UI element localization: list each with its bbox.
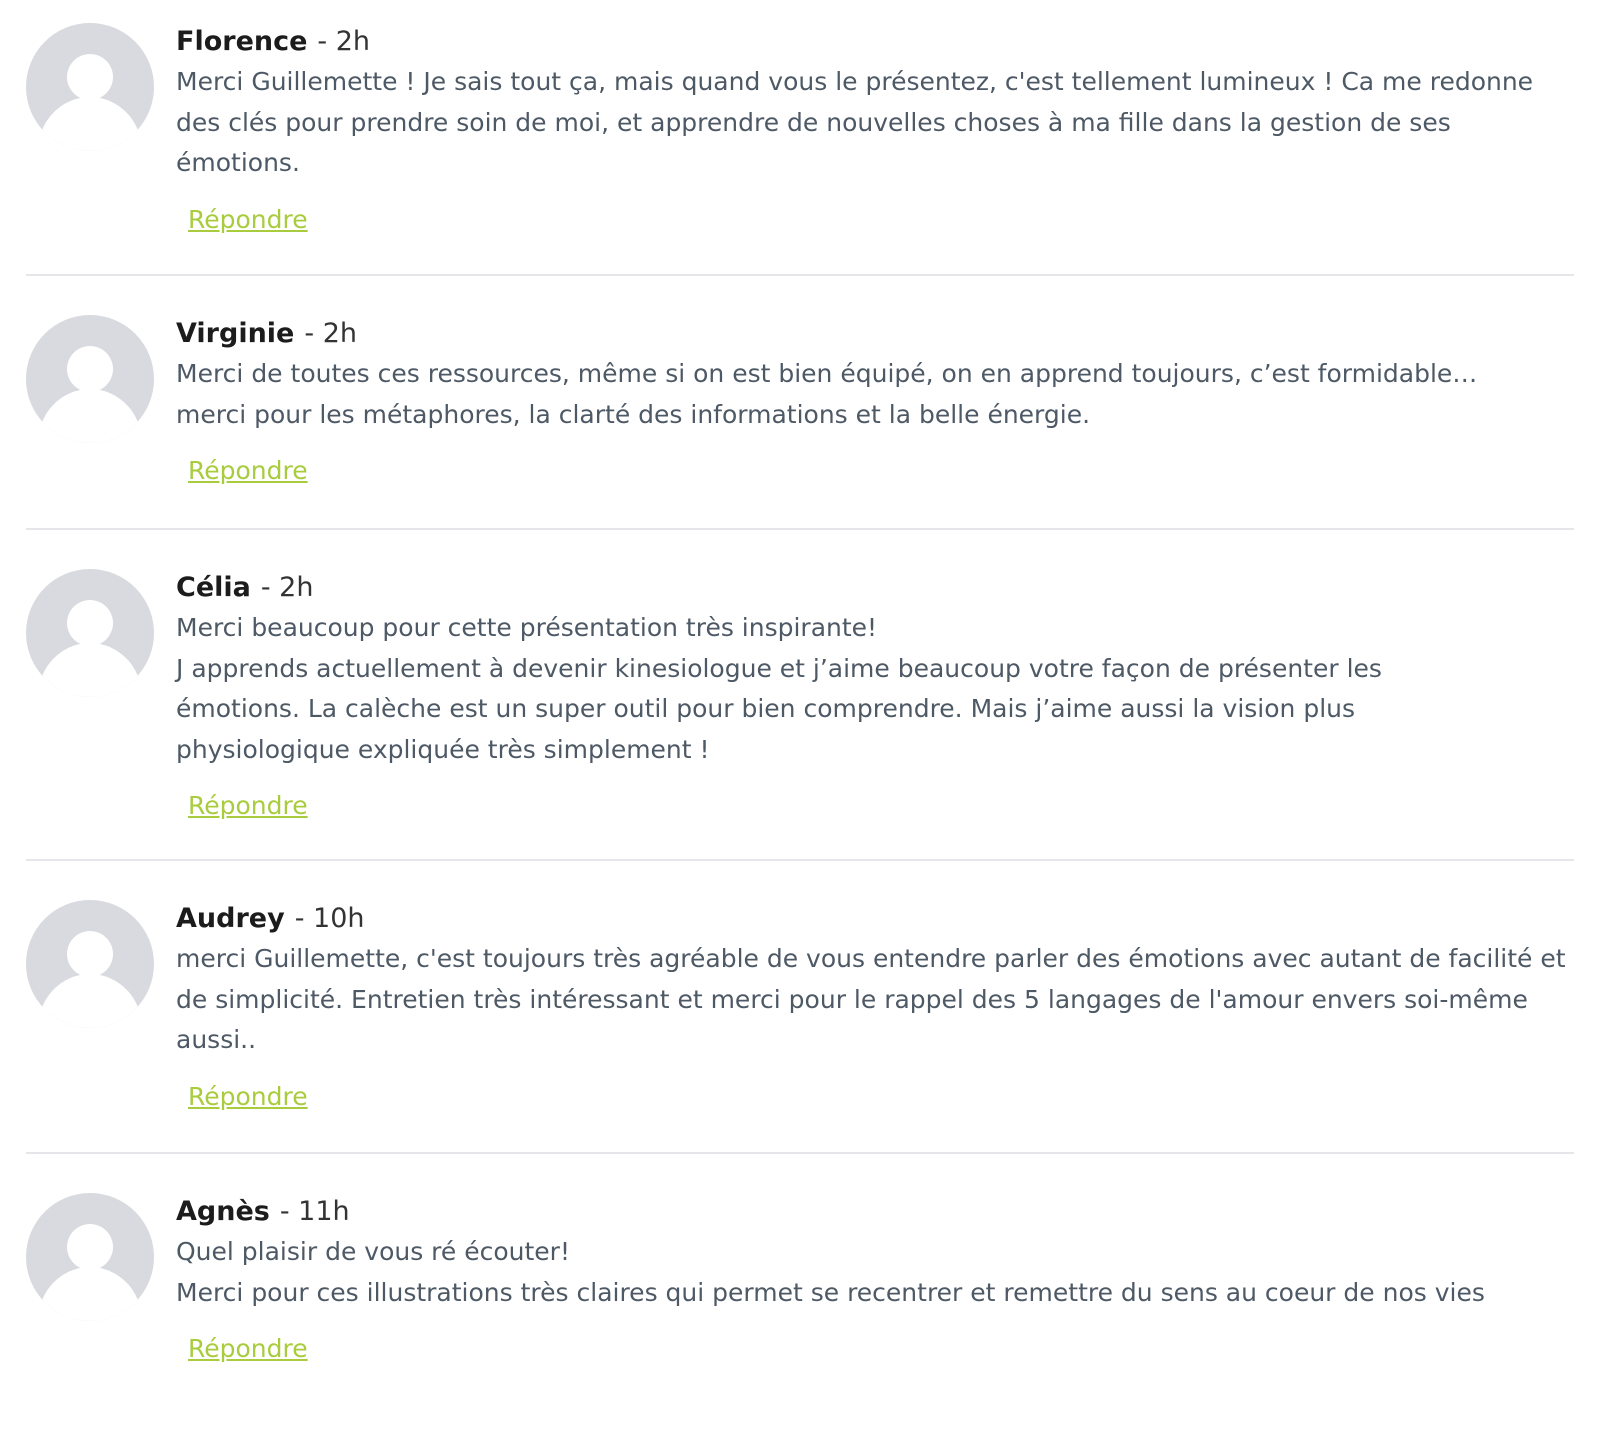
- comment-item: Virginie - 2h Merci de toutes ces ressour…: [26, 276, 1574, 530]
- comment-item: Célia - 2h Merci beaucoup pour cette prés…: [26, 530, 1574, 861]
- reply-link[interactable]: Répondre: [188, 786, 308, 826]
- comment-meta: Célia - 2h: [176, 568, 1574, 608]
- comment-author: Audrey: [176, 903, 285, 934]
- comment-author: Célia: [176, 572, 251, 603]
- comment-timestamp: - 2h: [260, 572, 314, 603]
- comment-meta: Agnès - 11h: [176, 1192, 1574, 1232]
- reply-link[interactable]: Répondre: [188, 200, 308, 240]
- comment-author: Virginie: [176, 318, 295, 349]
- default-user-avatar-icon: [26, 900, 154, 1028]
- comment-text: Merci de toutes ces ressources, même si …: [176, 359, 1478, 429]
- default-user-avatar-icon: [26, 569, 154, 697]
- comment-text: Quel plaisir de vous ré écouter! Merci p…: [176, 1237, 1485, 1307]
- comment-list: Florence - 2h Merci Guillemette ! Je sais…: [26, 0, 1574, 1434]
- comment-item: Audrey - 10h merci Guillemette, c'est tou…: [26, 861, 1574, 1154]
- comment-text: Merci Guillemette ! Je sais tout ça, mai…: [176, 67, 1534, 177]
- comment-text: merci Guillemette, c'est toujours très a…: [176, 944, 1566, 1054]
- reply-link[interactable]: Répondre: [188, 451, 308, 491]
- default-user-avatar-icon: [26, 1193, 154, 1321]
- comment-meta: Florence - 2h: [176, 22, 1574, 62]
- reply-link[interactable]: Répondre: [188, 1329, 308, 1369]
- comment-author: Florence: [176, 26, 308, 57]
- default-user-avatar-icon: [26, 315, 154, 443]
- comment-item: Florence - 2h Merci Guillemette ! Je sais…: [26, 0, 1574, 276]
- comment-timestamp: - 11h: [279, 1196, 350, 1227]
- comment-text: Merci beaucoup pour cette présentation t…: [176, 613, 1382, 764]
- comment-timestamp: - 2h: [304, 318, 357, 349]
- comment-meta: Audrey - 10h: [176, 899, 1574, 939]
- comment-timestamp: - 10h: [294, 903, 365, 934]
- comment-timestamp: - 2h: [317, 26, 371, 57]
- default-user-avatar-icon: [26, 23, 154, 151]
- reply-link[interactable]: Répondre: [188, 1077, 308, 1117]
- comment-meta: Virginie - 2h: [176, 314, 1574, 354]
- comment-item: Agnès - 11h Quel plaisir de vous ré écout…: [26, 1154, 1574, 1434]
- comment-author: Agnès: [176, 1196, 270, 1227]
